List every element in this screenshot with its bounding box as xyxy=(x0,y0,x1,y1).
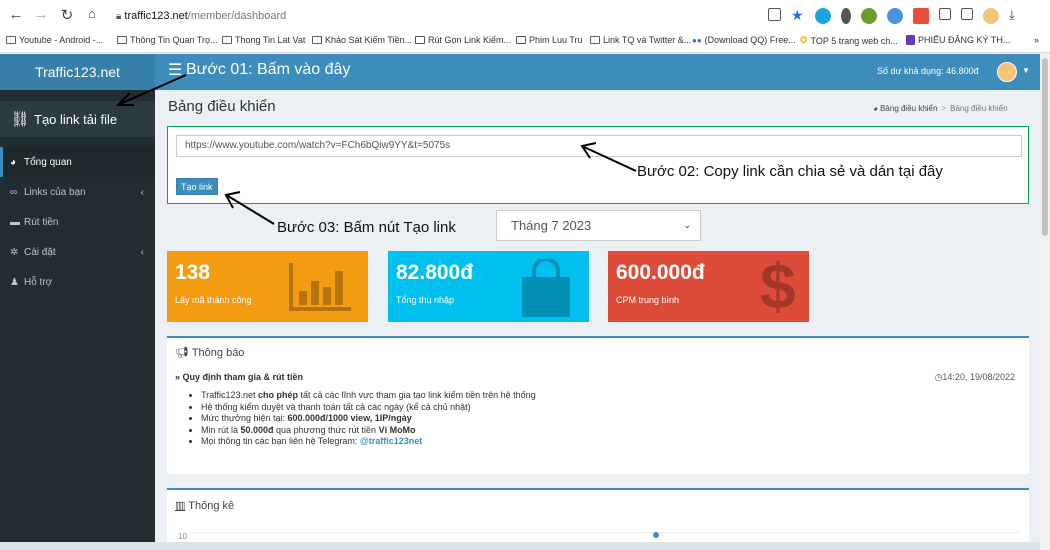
step2-annotation: Bước 02: Copy link cần chia sẻ và dán tạ… xyxy=(637,163,943,180)
annotation-arrows xyxy=(115,74,637,225)
scrollbar-thumb[interactable] xyxy=(1042,58,1048,236)
taskbar xyxy=(0,542,1040,550)
step3-annotation: Bước 03: Bấm nút Tạo link xyxy=(277,219,456,236)
scrollbar[interactable] xyxy=(1040,54,1050,550)
